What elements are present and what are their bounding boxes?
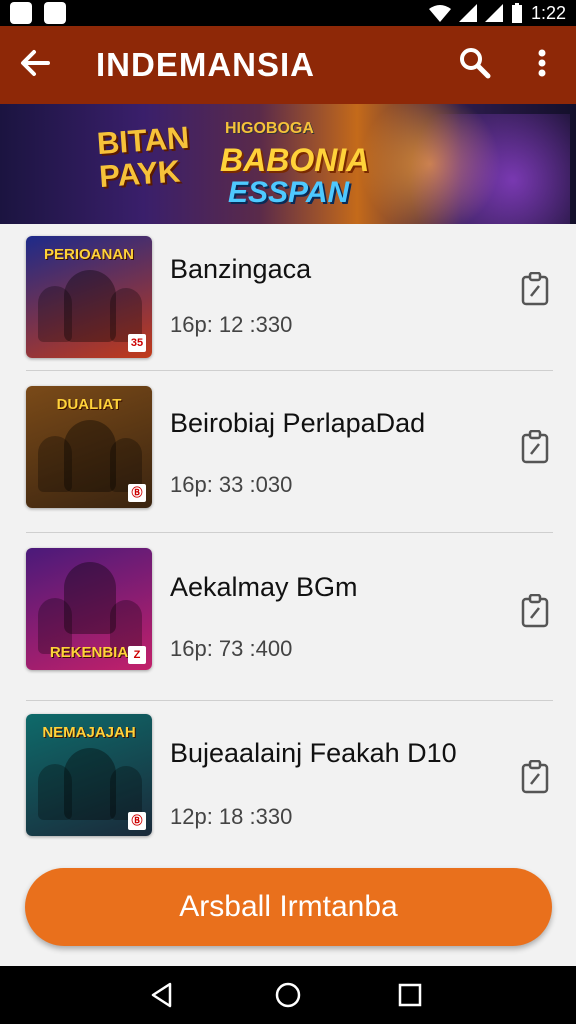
navigation-bar [0, 966, 576, 1024]
divider [26, 370, 553, 371]
wifi-icon [428, 5, 451, 22]
more-vert-icon[interactable] [528, 46, 556, 80]
nav-back-icon[interactable] [148, 981, 176, 1009]
game-thumbnail: PERIOANAN 35 [26, 236, 152, 358]
game-name: Bujeaalainj Feakah D10 [170, 738, 457, 768]
game-thumbnail: NEMAJAJAH Ⓑ [26, 714, 152, 836]
game-name: Aekalmay BGm [170, 572, 358, 602]
notification-icon [10, 2, 32, 24]
status-bar: 1:22 [0, 0, 576, 26]
thumbnail-badge: 35 [128, 334, 146, 352]
banner-main-title: BABONIA [220, 142, 370, 178]
thumbnail-title: PERIOANAN [43, 246, 134, 263]
game-name: Beirobiaj PerlapaDad [170, 408, 426, 438]
divider [26, 700, 553, 701]
nav-home-icon[interactable] [274, 981, 302, 1009]
banner-sub-title: ESSPAN [228, 176, 350, 209]
clipboard-icon[interactable] [520, 272, 550, 306]
thumbnail-title: NEMAJAJAH [42, 724, 136, 741]
promo-banner[interactable]: BITAN PAYK HIGOBOGA BABONIA ESSPAN [0, 104, 576, 224]
banner-glow-purple [380, 114, 570, 224]
thumbnail-title: DUALIAT [56, 396, 122, 413]
signal-icon-2 [484, 4, 503, 22]
primary-action-button[interactable]: Arsball Irmtanba [25, 868, 552, 946]
game-time: 16p: 12 :330 [170, 312, 293, 337]
back-arrow-icon[interactable] [18, 46, 52, 80]
game-time: 12p: 18 :330 [170, 804, 293, 829]
image-icon [44, 2, 66, 24]
thumbnail-badge: Z [128, 646, 146, 664]
banner-left-title: BITAN PAYK [95, 119, 191, 195]
signal-icon [458, 4, 477, 22]
game-time: 16p: 33 :030 [170, 472, 293, 497]
game-thumbnail: REKENBIA Z [26, 548, 152, 670]
clock: 1:22 [530, 2, 566, 23]
thumbnail-figure [64, 420, 116, 492]
app-bar: INDEMANSIA [0, 26, 576, 104]
divider [26, 532, 553, 533]
battery-icon [511, 3, 522, 23]
clipboard-icon[interactable] [520, 594, 550, 628]
banner-small-title: HIGOBOGA [225, 120, 314, 137]
thumbnail-figure [64, 748, 116, 820]
game-name: Banzingaca [170, 254, 312, 284]
thumbnail-badge: Ⓑ [128, 484, 146, 502]
search-icon[interactable] [458, 46, 492, 80]
app-title: INDEMANSIA [96, 46, 316, 83]
clipboard-icon[interactable] [520, 430, 550, 464]
thumbnail-badge: Ⓑ [128, 812, 146, 830]
thumbnail-figure [64, 270, 116, 342]
game-time: 16p: 73 :400 [170, 636, 293, 661]
game-thumbnail: DUALIAT Ⓑ [26, 386, 152, 508]
nav-recents-icon[interactable] [396, 981, 424, 1009]
clipboard-icon[interactable] [520, 760, 550, 794]
thumbnail-figure [64, 562, 116, 634]
